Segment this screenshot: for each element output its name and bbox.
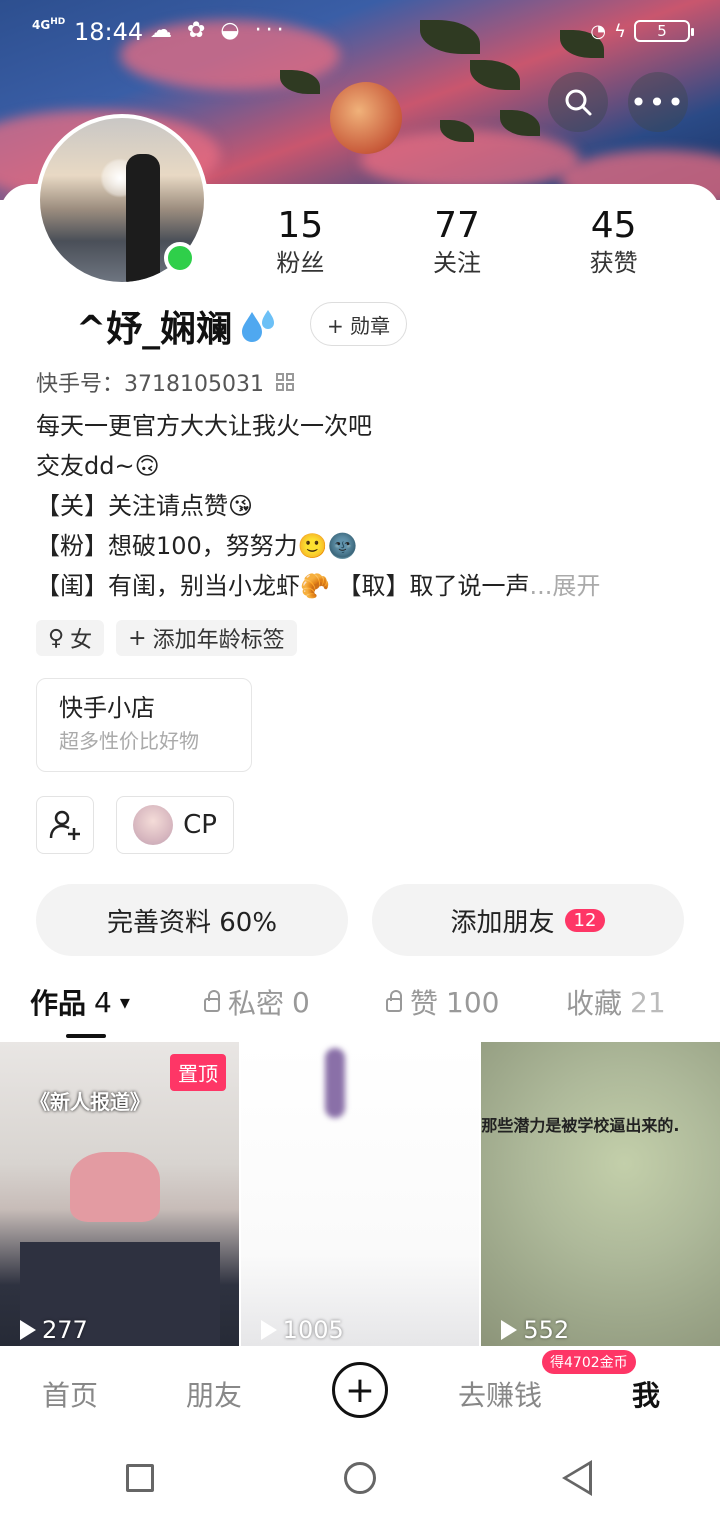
lock-icon xyxy=(386,990,402,1012)
online-status-dot xyxy=(164,242,196,274)
female-icon: ♀ xyxy=(48,625,65,651)
more-dots-icon: ••• xyxy=(630,85,686,119)
kuaishou-shop-card[interactable]: 快手小店 超多性价比好物 xyxy=(36,678,252,772)
back-icon[interactable] xyxy=(562,1460,592,1496)
username: ^妤_娴斓 xyxy=(76,300,278,352)
play-count: 1005 xyxy=(260,1316,344,1344)
video-grid: 《新人报道》 置顶 277 1005 那些潜力是被学校逼出来的. 552 xyxy=(0,1042,720,1346)
more-button[interactable]: ••• xyxy=(628,72,688,132)
bottom-navigation: 首页 朋友 + 去赚钱 得4702金币 我 xyxy=(0,1346,720,1438)
qr-code-icon[interactable] xyxy=(275,373,294,391)
status-bar: 4GHD 18:44 ☁ ✿ ◒ ··· ◔ ϟ 5 xyxy=(0,0,720,64)
bio-line: 每天一更官方大大让我火一次吧 xyxy=(36,412,372,440)
create-post-button[interactable]: + xyxy=(332,1362,388,1418)
tab-private[interactable]: 私密 0 xyxy=(204,982,310,1022)
add-friends-count-badge: 12 xyxy=(564,908,606,932)
coin-badge: 得4702金币 xyxy=(542,1350,636,1374)
tab-favorites[interactable]: 收藏 21 xyxy=(566,982,666,1022)
pinned-badge: 置顶 xyxy=(170,1054,226,1091)
bio-line: 交友dd~🙃 xyxy=(36,452,160,480)
complete-profile-button[interactable]: 完善资料 60% xyxy=(36,884,348,956)
play-icon xyxy=(501,1320,518,1340)
dropdown-arrow-icon: ▾ xyxy=(119,990,130,1014)
home-icon[interactable] xyxy=(344,1462,376,1494)
cp-avatar xyxy=(133,805,174,845)
bio-line: 【粉】想破100，努努力🙂🌚 xyxy=(36,532,358,560)
notification-icons: ☁ ✿ ◒ ··· xyxy=(150,18,288,43)
plus-icon: + xyxy=(128,625,147,651)
nav-friends[interactable]: 朋友 xyxy=(186,1374,242,1414)
video-caption: 《新人报道》 xyxy=(30,1090,150,1114)
play-count: 277 xyxy=(20,1316,88,1344)
network-indicator: 4GHD xyxy=(32,17,66,32)
bio-line: 【闺】有闺，别当小龙虾🥐 【取】取了说一声...展开 xyxy=(36,572,601,600)
plus-icon: + xyxy=(344,1369,376,1411)
nav-home[interactable]: 首页 xyxy=(42,1374,98,1414)
stat-likes[interactable]: 45 获赞 xyxy=(535,206,692,280)
video-thumbnail[interactable]: 1005 xyxy=(240,1042,480,1346)
add-badge-button[interactable]: + 勋章 xyxy=(310,302,408,346)
lock-icon xyxy=(204,990,220,1012)
content-tabs: 作品 4 ▾ 私密 0 赞 100 收藏 21 xyxy=(0,982,720,1038)
bio: 每天一更官方大大让我火一次吧 交友dd~🙃 【关】关注请点赞😘 【粉】想破100… xyxy=(36,406,696,606)
clock: 18:44 xyxy=(74,18,144,46)
search-button[interactable] xyxy=(548,72,608,132)
video-thumbnail[interactable]: 《新人报道》 置顶 277 xyxy=(0,1042,239,1346)
video-thumbnail[interactable]: 那些潜力是被学校逼出来的. 552 xyxy=(481,1042,720,1346)
add-friends-button[interactable]: 添加朋友 12 xyxy=(372,884,684,956)
add-user-icon xyxy=(49,810,80,840)
profile-tags: ♀ 女 + 添加年龄标签 xyxy=(36,620,297,656)
nav-earn[interactable]: 去赚钱 xyxy=(458,1374,542,1414)
moon-image xyxy=(330,82,402,154)
search-icon xyxy=(565,89,592,116)
gender-tag[interactable]: ♀ 女 xyxy=(36,620,105,656)
charging-icon: ϟ xyxy=(614,20,626,42)
video-caption: 那些潜力是被学校逼出来的. xyxy=(481,1116,680,1135)
add-age-tag-button[interactable]: + 添加年龄标签 xyxy=(116,620,297,656)
wifi-icon: ◔ xyxy=(590,20,607,42)
stat-following[interactable]: 77 关注 xyxy=(379,206,536,280)
kuaishou-id: 快手号：3718105031 xyxy=(36,366,294,398)
cp-button[interactable]: CP xyxy=(116,796,234,854)
expand-bio-link[interactable]: ...展开 xyxy=(530,572,601,600)
active-tab-indicator xyxy=(66,1034,106,1038)
stat-fans[interactable]: 15 粉丝 xyxy=(222,206,379,280)
bio-line: 【关】关注请点赞😘 xyxy=(36,492,254,520)
tab-works[interactable]: 作品 4 ▾ xyxy=(30,982,130,1022)
nav-me[interactable]: 我 xyxy=(632,1374,660,1414)
add-follow-button[interactable] xyxy=(36,796,94,854)
play-count: 552 xyxy=(501,1316,569,1344)
recents-icon[interactable] xyxy=(126,1464,154,1492)
system-navigation xyxy=(0,1438,720,1520)
droplets-icon xyxy=(242,310,275,342)
play-icon xyxy=(20,1320,36,1340)
battery-icon: 5 xyxy=(634,20,694,42)
profile-stats: 15 粉丝 77 关注 45 获赞 xyxy=(222,206,692,280)
tab-liked[interactable]: 赞 100 xyxy=(386,982,499,1022)
play-icon xyxy=(260,1320,277,1340)
